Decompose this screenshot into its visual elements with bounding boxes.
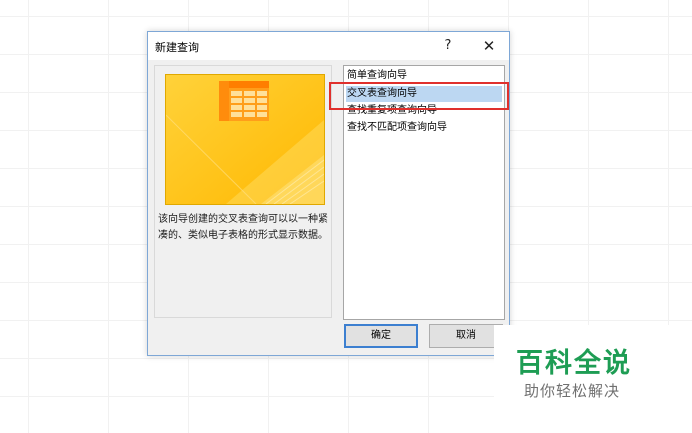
new-query-dialog: 新建查询 ? ✕ 该向导创建的交叉表查询可以以一种紧凑的、类似电子表格的形式显示… xyxy=(147,31,510,356)
list-item-find-unmatched[interactable]: 查找不匹配项查询向导 xyxy=(346,120,502,136)
wizard-preview-panel: 该向导创建的交叉表查询可以以一种紧凑的、类似电子表格的形式显示数据。 xyxy=(154,65,332,318)
annotation-highlight xyxy=(329,82,509,110)
ok-button[interactable]: 确定 xyxy=(344,324,418,348)
help-button[interactable]: ? xyxy=(438,36,458,56)
watermark-title: 百科全说 xyxy=(516,348,632,379)
watermark: 百科全说 助你轻松解决 xyxy=(494,325,692,433)
dialog-titlebar: 新建查询 ? ✕ xyxy=(148,32,509,60)
close-button[interactable]: ✕ xyxy=(478,36,500,56)
dialog-title: 新建查询 xyxy=(155,41,199,54)
cancel-button[interactable]: 取消 xyxy=(429,324,503,348)
wizard-description: 该向导创建的交叉表查询可以以一种紧凑的、类似电子表格的形式显示数据。 xyxy=(158,214,328,241)
watermark-subtitle: 助你轻松解决 xyxy=(524,382,621,400)
crosstab-preview-image xyxy=(165,74,325,205)
